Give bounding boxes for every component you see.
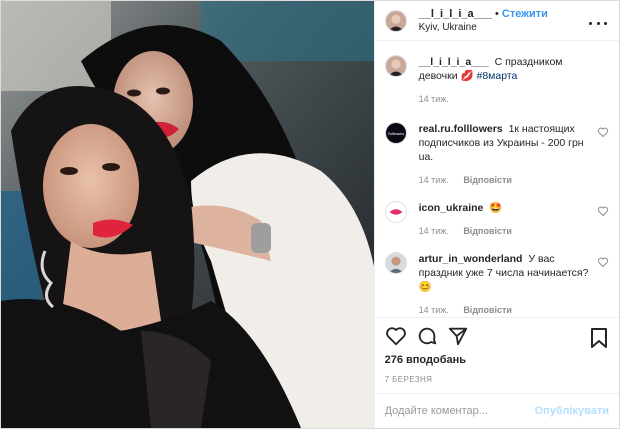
comment-item: Folllowers real.ru.folllowers 1к настоящ… <box>384 122 609 187</box>
svg-text:Folllowers: Folllowers <box>387 132 404 136</box>
comment-text: 🤩 <box>489 202 503 215</box>
bookmark-icon[interactable] <box>589 327 609 349</box>
commenter-avatar[interactable] <box>384 201 407 224</box>
publish-button[interactable]: Опублікувати <box>535 405 609 417</box>
likes-count[interactable]: 276 вподобань <box>375 354 619 369</box>
comment-time[interactable]: 14 тиж. <box>419 175 449 185</box>
post-date[interactable]: 7 БЕРЕЗНЯ <box>375 369 619 393</box>
comment-body: icon_ukraine 🤩 14 тиж. Відповісти <box>419 201 591 238</box>
commenter-avatar[interactable] <box>384 252 407 275</box>
comment-item: icon_ukraine 🤩 14 тиж. Відповісти <box>384 201 609 238</box>
comment-body: artur_in_wonderland У вас праздник уже 7… <box>419 252 591 317</box>
post-side-panel: __l_i_l_i_a___ • Стежити Kyiv, Ukraine __l… <box>373 1 619 428</box>
author-avatar[interactable] <box>384 9 407 32</box>
author-username[interactable]: __l_i_l_i_a___ <box>419 8 492 20</box>
caption-meta: 14 тиж. <box>419 92 591 106</box>
reply-button[interactable]: Відповісти <box>463 305 512 315</box>
instagram-post: __l_i_l_i_a___ • Стежити Kyiv, Ukraine __l… <box>0 0 620 429</box>
comment-meta: 14 тиж. Відповісти <box>419 173 591 187</box>
heart-icon[interactable] <box>385 325 407 347</box>
comment-meta: 14 тиж. Відповісти <box>419 303 591 317</box>
comments-list: __l_i_l_i_a___ С праздником девочки 💋 #8… <box>375 41 619 317</box>
separator-dot: • <box>495 8 499 21</box>
comment-body: real.ru.folllowers 1к настоящих подписчи… <box>419 122 591 187</box>
reply-button[interactable]: Відповісти <box>463 175 512 185</box>
comment-input[interactable] <box>384 405 535 418</box>
comment-icon[interactable] <box>416 325 438 347</box>
post-location[interactable]: Kyiv, Ukraine <box>419 21 548 35</box>
comment-time[interactable]: 14 тиж. <box>419 305 449 315</box>
post-photo[interactable] <box>1 1 374 428</box>
caption-time[interactable]: 14 тиж. <box>419 94 449 104</box>
share-icon[interactable] <box>447 325 469 347</box>
comment-username[interactable]: icon_ukraine <box>419 202 484 214</box>
reply-button[interactable]: Відповісти <box>463 226 512 236</box>
comment-meta: 14 тиж. Відповісти <box>419 224 591 238</box>
like-comment-heart-icon[interactable] <box>597 205 609 217</box>
follow-button[interactable]: Стежити <box>502 8 548 20</box>
comment-username[interactable]: artur_in_wonderland <box>419 253 523 265</box>
comment-item: artur_in_wonderland У вас праздник уже 7… <box>384 252 609 317</box>
more-options-icon[interactable] <box>589 15 607 31</box>
post-header: __l_i_l_i_a___ • Стежити Kyiv, Ukraine <box>374 1 619 42</box>
author-info: __l_i_l_i_a___ • Стежити Kyiv, Ukraine <box>419 6 548 35</box>
comment-username[interactable]: real.ru.folllowers <box>419 123 503 135</box>
comment-time[interactable]: 14 тиж. <box>419 226 449 236</box>
add-comment-bar: Опублікувати <box>374 393 619 428</box>
post-actions <box>374 317 619 354</box>
caption-body: __l_i_l_i_a___ С праздником девочки 💋 #8… <box>419 55 591 106</box>
caption-username[interactable]: __l_i_l_i_a___ <box>419 56 489 68</box>
commenter-avatar[interactable]: Folllowers <box>384 122 407 145</box>
like-comment-heart-icon[interactable] <box>597 256 609 268</box>
author-avatar[interactable] <box>384 55 407 78</box>
caption-hashtag[interactable]: #8марта <box>477 70 518 82</box>
selfie-photo-illustration <box>1 1 374 428</box>
like-comment-heart-icon[interactable] <box>597 126 609 138</box>
caption: __l_i_l_i_a___ С праздником девочки 💋 #8… <box>384 55 609 106</box>
